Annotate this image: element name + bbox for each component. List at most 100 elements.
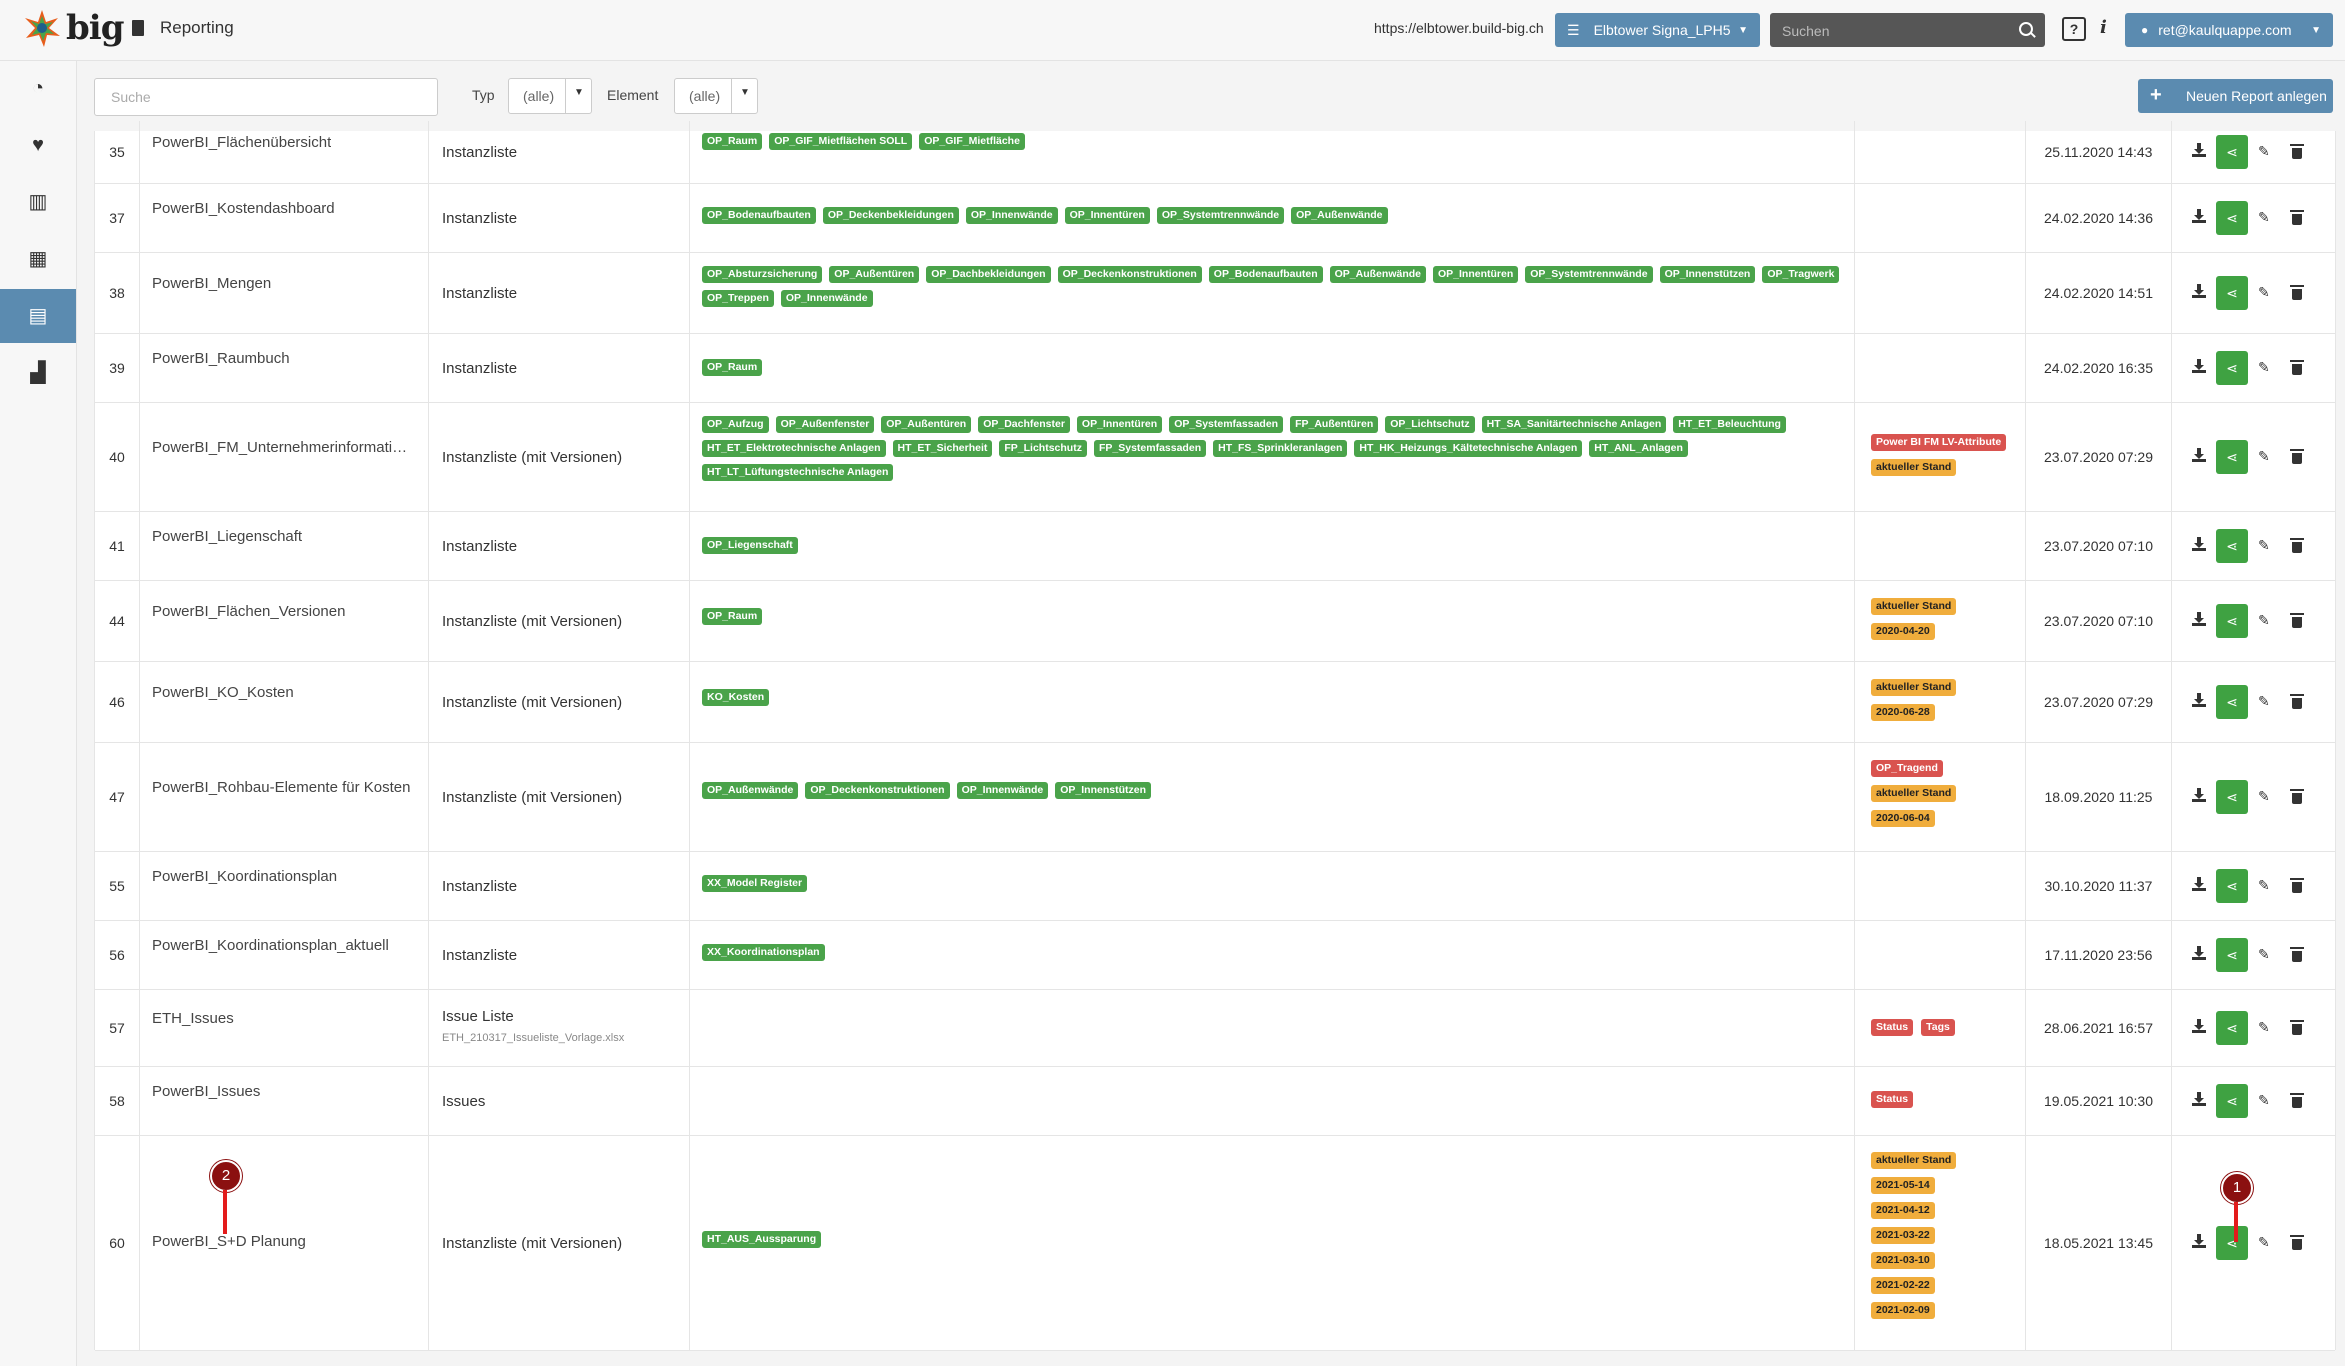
search-icon[interactable] [2019,22,2033,36]
edit-icon[interactable]: ✎ [2258,209,2270,226]
download-icon[interactable] [2192,612,2206,626]
edit-icon[interactable]: ✎ [2258,537,2270,554]
download-icon[interactable] [2192,143,2206,157]
user-menu[interactable]: ● ret@kaulquappe.com ▼ [2125,13,2333,47]
report-name[interactable]: PowerBI_Liegenschaft [152,528,302,545]
share-button[interactable]: ⋖ [2216,440,2248,474]
table-row[interactable]: 58 PowerBI_Issues Issues Status 19.05.2021 1… [95,1066,2335,1136]
edit-icon[interactable]: ✎ [2258,1234,2270,1251]
report-name[interactable]: PowerBI_S+D Planung [152,1233,306,1250]
table-row[interactable]: 40 PowerBI_FM_Unternehmerinformati… Instan… [95,402,2335,512]
download-icon[interactable] [2192,1092,2206,1106]
sidebar-item-elements[interactable]: ▦ [0,232,76,286]
edit-icon[interactable]: ✎ [2258,788,2270,805]
edit-icon[interactable]: ✎ [2258,693,2270,710]
info-button[interactable]: i [2100,17,2107,38]
element-filter-select[interactable]: (alle) ▼ [674,78,758,114]
report-name[interactable]: PowerBI_Koordinationsplan [152,868,337,885]
report-name-cell[interactable]: PowerBI_Koordinationsplan_aktuell [140,920,429,989]
edit-icon[interactable]: ✎ [2258,946,2270,963]
share-button[interactable]: ⋖ [2216,1084,2248,1118]
share-button[interactable]: ⋖ [2216,276,2248,310]
delete-icon[interactable] [2290,144,2304,159]
report-name-cell[interactable]: PowerBI_KO_Kosten [140,661,429,742]
table-row[interactable]: 44 PowerBI_Flächen_Versionen Instanzliste … [95,580,2335,662]
share-button[interactable]: ⋖ [2216,1226,2248,1260]
edit-icon[interactable]: ✎ [2258,284,2270,301]
table-row[interactable]: 56 PowerBI_Koordinationsplan_aktuell Insta… [95,920,2335,990]
delete-icon[interactable] [2290,947,2304,962]
delete-icon[interactable] [2290,538,2304,553]
edit-icon[interactable]: ✎ [2258,143,2270,160]
report-name[interactable]: PowerBI_Issues [152,1083,260,1100]
edit-icon[interactable]: ✎ [2258,877,2270,894]
report-name[interactable]: PowerBI_FM_Unternehmerinformati… [152,439,407,456]
download-icon[interactable] [2192,693,2206,707]
help-button[interactable]: ? [2062,17,2086,41]
edit-icon[interactable]: ✎ [2258,359,2270,376]
project-url[interactable]: https://elbtower.build-big.ch [1374,20,1544,36]
share-button[interactable]: ⋖ [2216,685,2248,719]
delete-icon[interactable] [2290,878,2304,893]
report-name[interactable]: PowerBI_Mengen [152,275,271,292]
share-button[interactable]: ⋖ [2216,351,2248,385]
report-name[interactable]: PowerBI_Flächen_Versionen [152,603,345,620]
report-name[interactable]: PowerBI_KO_Kosten [152,684,294,701]
report-search-input[interactable] [109,88,413,106]
global-search[interactable] [1770,13,2045,47]
download-icon[interactable] [2192,946,2206,960]
report-name[interactable]: PowerBI_Rohbau-Elemente für Kosten [152,779,410,796]
report-name-cell[interactable]: PowerBI_Mengen [140,252,429,333]
delete-icon[interactable] [2290,1093,2304,1108]
edit-icon[interactable]: ✎ [2258,1092,2270,1109]
report-name-cell[interactable]: PowerBI_FM_Unternehmerinformati… [140,402,429,511]
download-icon[interactable] [2192,537,2206,551]
download-icon[interactable] [2192,1019,2206,1033]
report-name-cell[interactable]: PowerBI_Flächenübersicht [140,121,429,183]
report-name-cell[interactable]: PowerBI_Koordinationsplan [140,851,429,920]
report-name-cell[interactable]: PowerBI_Flächen_Versionen [140,580,429,661]
download-icon[interactable] [2192,448,2206,462]
table-row[interactable]: 57 ETH_Issues Issue Liste ETH_210317_Issuel… [95,989,2335,1067]
share-button[interactable]: ⋖ [2216,1011,2248,1045]
table-row[interactable]: 55 PowerBI_Koordinationsplan Instanzliste X… [95,851,2335,921]
share-button[interactable]: ⋖ [2216,938,2248,972]
delete-icon[interactable] [2290,789,2304,804]
download-icon[interactable] [2192,359,2206,373]
table-row[interactable]: 41 PowerBI_Liegenschaft Instanzliste OP_Lie… [95,511,2335,581]
report-search[interactable] [94,78,438,116]
share-button[interactable]: ⋖ [2216,780,2248,814]
report-name-cell[interactable]: PowerBI_Rohbau-Elemente für Kosten [140,742,429,851]
table-row[interactable]: 39 PowerBI_Raumbuch Instanzliste OP_Raum 24.… [95,333,2335,403]
share-button[interactable]: ⋖ [2216,869,2248,903]
table-row[interactable]: 46 PowerBI_KO_Kosten Instanzliste (mit Ver… [95,661,2335,743]
report-name-cell[interactable]: PowerBI_S+D Planung [140,1135,429,1350]
edit-icon[interactable]: ✎ [2258,612,2270,629]
delete-icon[interactable] [2290,613,2304,628]
edit-icon[interactable]: ✎ [2258,448,2270,465]
share-button[interactable]: ⋖ [2216,135,2248,169]
delete-icon[interactable] [2290,694,2304,709]
global-search-input[interactable] [1780,20,2004,42]
delete-icon[interactable] [2290,449,2304,464]
sidebar-item-charts[interactable]: ▥ [0,175,76,229]
report-name-cell[interactable]: ETH_Issues [140,989,429,1066]
report-name-cell[interactable]: PowerBI_Liegenschaft [140,511,429,580]
download-icon[interactable] [2192,209,2206,223]
delete-icon[interactable] [2290,210,2304,225]
report-name[interactable]: PowerBI_Flächenübersicht [152,134,331,151]
delete-icon[interactable] [2290,285,2304,300]
report-name-cell[interactable]: PowerBI_Issues [140,1066,429,1135]
report-name[interactable]: PowerBI_Koordinationsplan_aktuell [152,937,389,954]
share-button[interactable]: ⋖ [2216,604,2248,638]
big-logo[interactable]: big [22,8,124,48]
sidebar-item-reporting[interactable]: ▤ [0,289,76,343]
table-row[interactable]: 47 PowerBI_Rohbau-Elemente für Kosten Inst… [95,742,2335,852]
report-name-cell[interactable]: PowerBI_Raumbuch [140,333,429,402]
project-selector[interactable]: ☰ Elbtower Signa_LPH5 ▼ [1555,13,1760,47]
download-icon[interactable] [2192,788,2206,802]
table-row[interactable]: 35 PowerBI_Flächenübersicht Instanzliste OP… [95,121,2335,184]
delete-icon[interactable] [2290,360,2304,375]
table-row[interactable]: 38 PowerBI_Mengen Instanzliste OP_Absturzsi… [95,252,2335,334]
edit-icon[interactable]: ✎ [2258,1019,2270,1036]
